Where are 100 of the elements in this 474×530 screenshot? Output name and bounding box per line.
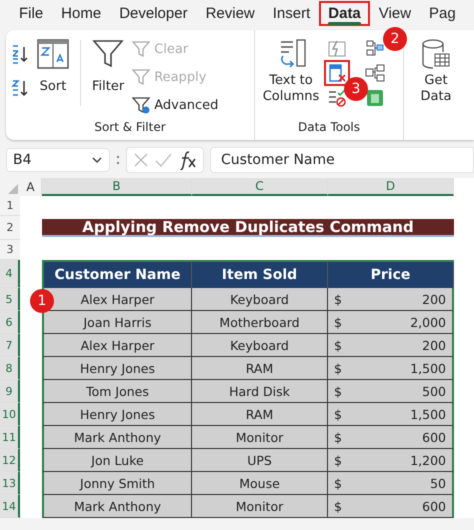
column-header[interactable]: A [20, 178, 42, 196]
row-number[interactable]: 10 [0, 403, 20, 426]
column-header[interactable]: B [42, 178, 192, 196]
ribbon-tab[interactable]: Insert [264, 1, 320, 26]
table-cell: Henry Jones [42, 403, 192, 426]
table-cell: Henry Jones [42, 357, 192, 380]
price-value: 1,200 [410, 452, 446, 468]
formula-field[interactable]: Customer Name [210, 147, 474, 173]
currency-symbol: $ [334, 292, 342, 306]
price-value: 200 [422, 292, 446, 306]
table-cell: Keyboard [192, 288, 328, 311]
data-model-icon[interactable] [365, 88, 385, 108]
sort-button[interactable]: Sort [34, 36, 72, 116]
ribbon-tab[interactable]: Data [319, 1, 370, 26]
insert-function-icon[interactable] [179, 150, 197, 170]
funnel-gear-icon [131, 96, 152, 114]
ribbon-tab[interactable]: Home [52, 1, 110, 26]
table-cell: Mark Anthony [42, 495, 192, 518]
sort-ascending-icon[interactable] [10, 44, 30, 64]
price-value: 200 [422, 338, 446, 352]
ribbon-tab[interactable]: Developer [110, 1, 197, 26]
row-number[interactable]: 9 [0, 380, 20, 403]
data-validation-icon-drawing [327, 88, 347, 108]
table-cell: Motherboard [192, 311, 328, 334]
price-value: 600 [422, 498, 446, 514]
row-number[interactable]: 14 [0, 495, 20, 518]
triangle-icon [8, 184, 18, 194]
fx-icon [179, 150, 197, 170]
ribbon-tab[interactable]: View [370, 1, 420, 26]
table-cell: Mouse [192, 472, 328, 495]
sheet-title: Applying Remove Duplicates Command [42, 219, 454, 237]
close-icon [133, 152, 149, 168]
table-cell: Hard Disk [192, 380, 328, 403]
table-cell: Tom Jones [42, 380, 192, 403]
column-header-cell: Price [328, 260, 454, 288]
row-number[interactable]: 6 [0, 311, 20, 334]
filter-button[interactable]: Filter [89, 36, 128, 116]
consolidate-icon-drawing [365, 38, 385, 58]
column-header[interactable]: D [328, 178, 454, 196]
column-header-cell: Customer Name [42, 260, 192, 288]
ribbon-tab[interactable]: File [10, 1, 52, 26]
currency-symbol: $ [334, 452, 342, 468]
row-number[interactable]: 1 [0, 196, 20, 216]
table-cell: Joan Harris [42, 311, 192, 334]
row-number[interactable]: 5 [0, 288, 20, 311]
funnel-icon [92, 38, 124, 70]
cell-reference: B4 [13, 152, 32, 168]
table-cell: Mark Anthony [42, 426, 192, 449]
ribbon-tab[interactable]: Pag [420, 1, 465, 26]
get-data-button[interactable]: Get Data [414, 36, 458, 140]
row-number[interactable]: 12 [0, 449, 20, 472]
price-value: 1,500 [410, 360, 446, 376]
currency-symbol: $ [334, 430, 342, 444]
more-icon [116, 154, 120, 166]
text-to-columns-button[interactable]: Text to Columns [259, 36, 323, 116]
data-validation-icon[interactable] [327, 88, 347, 108]
funnel-icon [131, 40, 152, 58]
row-number[interactable]: 8 [0, 357, 20, 380]
sort-icon [37, 38, 69, 70]
flash-fill-icon[interactable] [327, 38, 347, 58]
price-value: 50 [430, 476, 446, 490]
row-number[interactable]: 4 [0, 260, 20, 288]
flash-fill-icon-drawing [327, 38, 347, 58]
relationships-icon[interactable] [365, 63, 385, 83]
table-cell: Jon Luke [42, 449, 192, 472]
table-cell: Jonny Smith [42, 472, 192, 495]
name-box[interactable]: B4 [6, 148, 110, 172]
currency-symbol: $ [334, 314, 342, 330]
row-number[interactable]: 13 [0, 472, 20, 495]
group-label: Data Tools [296, 119, 362, 136]
advanced-button[interactable]: Advanced [131, 96, 218, 114]
table-cell: Keyboard [192, 334, 328, 357]
table-cell: RAM [192, 403, 328, 426]
table-cell: Alex Harper [42, 334, 192, 357]
row-number[interactable]: 2 [0, 216, 20, 240]
funnel-icon [131, 68, 152, 86]
sort-descending-icon[interactable] [10, 78, 30, 98]
group-label: Sort & Filter [93, 119, 167, 136]
sort-descending-icon-drawing [10, 78, 30, 98]
data-model-icon-drawing [365, 88, 385, 108]
row-number[interactable]: 3 [0, 240, 20, 260]
row-number[interactable]: 11 [0, 426, 20, 449]
column-header-cell: Item Sold [192, 260, 328, 288]
currency-symbol: $ [334, 406, 342, 422]
currency-symbol: $ [334, 476, 342, 490]
price-value: 1,500 [410, 406, 446, 422]
currency-symbol: $ [334, 360, 342, 376]
ribbon-tab[interactable]: Review [196, 1, 264, 26]
table-cell: RAM [192, 357, 328, 380]
consolidate-icon[interactable] [365, 38, 385, 58]
relationships-icon-drawing [365, 63, 385, 83]
sort-ascending-icon-drawing [10, 44, 30, 64]
currency-symbol: $ [334, 498, 342, 514]
remove-duplicates-button[interactable] [327, 63, 347, 83]
row-number[interactable]: 7 [0, 334, 20, 357]
column-header[interactable]: C [192, 178, 328, 196]
table-cell: Monitor [192, 426, 328, 449]
check-icon [155, 152, 173, 168]
currency-symbol: $ [334, 384, 342, 398]
currency-symbol: $ [334, 338, 342, 352]
